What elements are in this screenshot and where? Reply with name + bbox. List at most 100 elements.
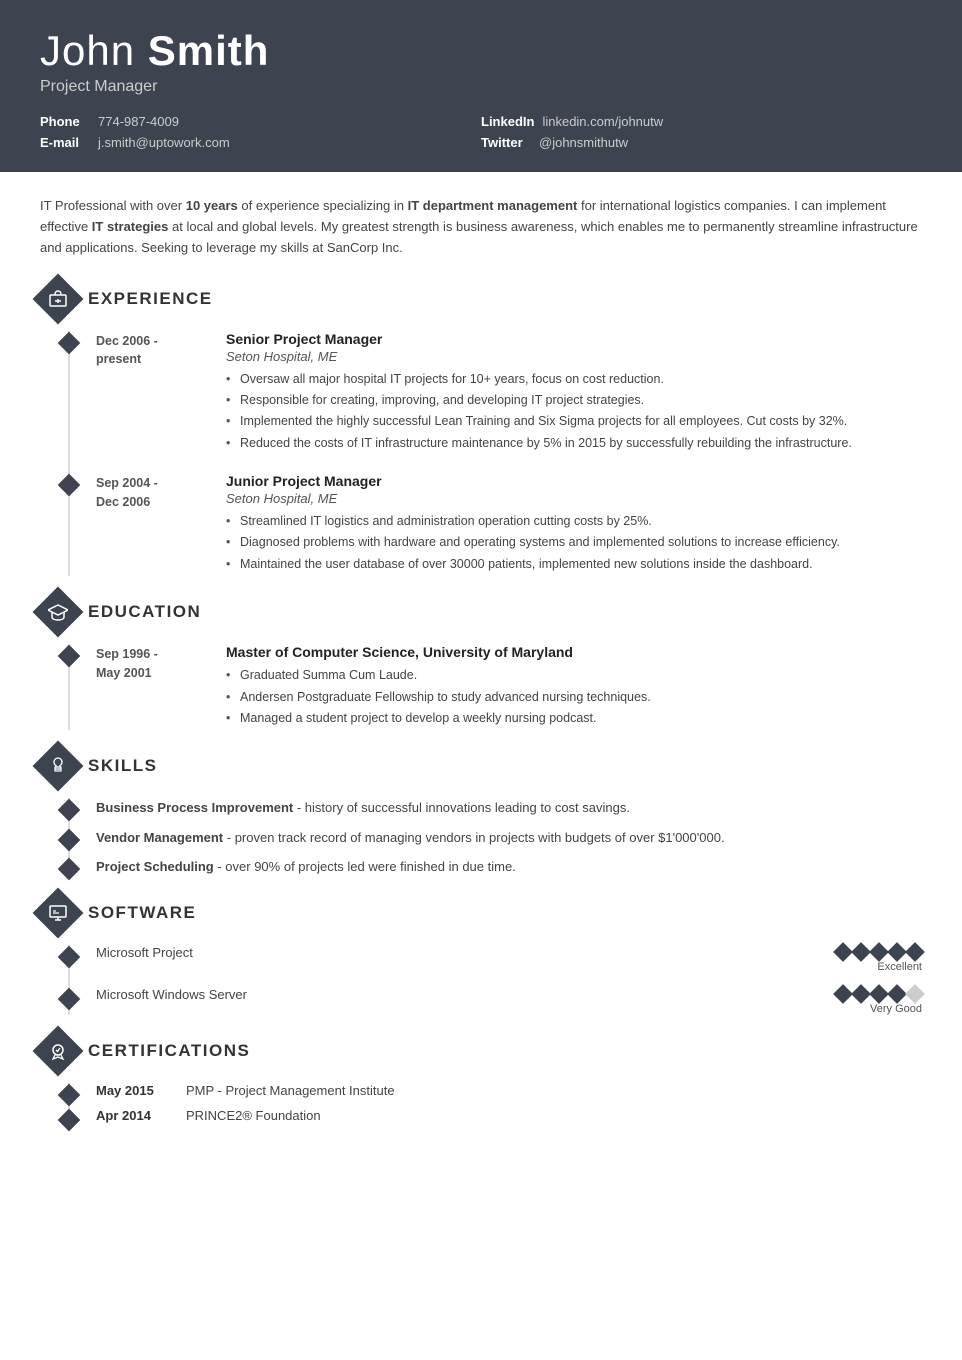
education-timeline: Sep 1996 - May 2001 Master of Computer S…: [68, 644, 922, 730]
first-name: John: [40, 27, 135, 74]
cert-dot: [58, 1109, 81, 1132]
certifications-icon: [33, 1025, 84, 1076]
job-body: Junior Project Manager Seton Hospital, M…: [226, 473, 922, 576]
software-rating: Very Good: [836, 987, 922, 1015]
timeline-content: Sep 2004 - Dec 2006 Junior Project Manag…: [96, 473, 922, 576]
certifications-section: CERTIFICATIONS May 2015 PMP - Project Ma…: [40, 1033, 922, 1123]
rating-diamonds: [836, 945, 922, 959]
email-item: E-mail j.smith@uptowork.com: [40, 135, 481, 150]
software-dot: [58, 946, 81, 969]
full-name: John Smith: [40, 28, 922, 74]
timeline-dot: [58, 645, 81, 668]
skill-name: Vendor Management: [96, 830, 223, 845]
last-name: Smith: [148, 27, 270, 74]
job-date: Dec 2006 - present: [96, 331, 226, 456]
timeline-dot: [58, 331, 81, 354]
software-section: SOFTWARE Microsoft Project Excellent: [40, 895, 922, 1015]
skills-title: SKILLS: [88, 756, 157, 776]
job-date: Sep 2004 - Dec 2006: [96, 473, 226, 576]
software-rating: Excellent: [836, 945, 922, 973]
diamond-filled: [851, 984, 871, 1004]
cert-item: Apr 2014 PRINCE2® Foundation: [68, 1108, 922, 1123]
experience-section: EXPERIENCE Dec 2006 - present Senior Pro…: [40, 281, 922, 577]
software-name: Microsoft Windows Server: [96, 987, 836, 1002]
timeline-item: Sep 2004 - Dec 2006 Junior Project Manag…: [68, 473, 922, 576]
edu-body: Master of Computer Science, University o…: [226, 644, 922, 730]
job-body: Senior Project Manager Seton Hospital, M…: [226, 331, 922, 456]
diamond-filled: [905, 942, 925, 962]
contact-col-right: LinkedIn linkedin.com/johnutw Twitter @j…: [481, 114, 922, 150]
phone-item: Phone 774-987-4009: [40, 114, 481, 129]
skill-item: Project Scheduling - over 90% of project…: [68, 857, 922, 877]
skill-dot: [58, 858, 81, 881]
diamond-filled: [887, 942, 907, 962]
timeline-item: Sep 1996 - May 2001 Master of Computer S…: [68, 644, 922, 730]
twitter-value: @johnsmithutw: [539, 135, 628, 150]
skill-item: Vendor Management - proven track record …: [68, 828, 922, 848]
twitter-label: Twitter: [481, 135, 531, 150]
job-title-text: Senior Project Manager: [226, 331, 922, 347]
email-value: j.smith@uptowork.com: [98, 135, 230, 150]
cert-date: Apr 2014: [96, 1108, 166, 1123]
diamond-filled: [833, 984, 853, 1004]
software-title: SOFTWARE: [88, 903, 196, 923]
edu-bullets: Graduated Summa Cum Laude. Andersen Post…: [226, 666, 922, 728]
software-name: Microsoft Project: [96, 945, 836, 960]
software-icon: [33, 887, 84, 938]
experience-title: EXPERIENCE: [88, 289, 213, 309]
edu-degree: Master of Computer Science, University o…: [226, 644, 922, 660]
job-company: Seton Hospital, ME: [226, 349, 922, 364]
bullet-item: Maintained the user database of over 300…: [226, 555, 922, 574]
software-header: SOFTWARE: [40, 895, 922, 931]
skill-desc: - proven track record of managing vendor…: [223, 830, 724, 845]
software-item: Microsoft Windows Server Very Good: [68, 987, 922, 1015]
education-header: EDUCATION: [40, 594, 922, 630]
diamond-filled: [833, 942, 853, 962]
skills-icon: [33, 741, 84, 792]
header: John Smith Project Manager Phone 774-987…: [0, 0, 962, 172]
bullet-item: Graduated Summa Cum Laude.: [226, 666, 922, 685]
bullet-item: Andersen Postgraduate Fellowship to stud…: [226, 688, 922, 707]
linkedin-label: LinkedIn: [481, 114, 534, 129]
skill-item: Business Process Improvement - history o…: [68, 798, 922, 818]
cert-dot: [58, 1084, 81, 1107]
contact-info: Phone 774-987-4009 E-mail j.smith@uptowo…: [40, 114, 922, 150]
experience-header: EXPERIENCE: [40, 281, 922, 317]
diamond-filled: [869, 984, 889, 1004]
diamond-filled: [869, 942, 889, 962]
summary: IT Professional with over 10 years of ex…: [40, 192, 922, 258]
timeline-dot: [58, 474, 81, 497]
skill-dot: [58, 829, 81, 852]
edu-date: Sep 1996 - May 2001: [96, 644, 226, 730]
certifications-list: May 2015 PMP - Project Management Instit…: [68, 1083, 922, 1123]
skill-desc: - history of successful innovations lead…: [293, 800, 630, 815]
cert-item: May 2015 PMP - Project Management Instit…: [68, 1083, 922, 1098]
diamond-empty: [905, 984, 925, 1004]
skills-list: Business Process Improvement - history o…: [68, 798, 922, 877]
software-item: Microsoft Project Excellent: [68, 945, 922, 973]
software-dot: [58, 988, 81, 1011]
timeline-content: Dec 2006 - present Senior Project Manage…: [96, 331, 922, 456]
bullet-item: Managed a student project to develop a w…: [226, 709, 922, 728]
certifications-header: CERTIFICATIONS: [40, 1033, 922, 1069]
cert-date: May 2015: [96, 1083, 166, 1098]
rating-label: Very Good: [870, 1003, 922, 1015]
experience-icon: [33, 273, 84, 324]
cert-name: PMP - Project Management Institute: [186, 1083, 395, 1098]
skills-section: SKILLS Business Process Improvement - hi…: [40, 748, 922, 877]
twitter-item: Twitter @johnsmithutw: [481, 135, 922, 150]
skills-header: SKILLS: [40, 748, 922, 784]
cert-name: PRINCE2® Foundation: [186, 1108, 321, 1123]
linkedin-item: LinkedIn linkedin.com/johnutw: [481, 114, 922, 129]
education-icon: [33, 587, 84, 638]
job-bullets: Streamlined IT logistics and administrat…: [226, 512, 922, 574]
diamond-filled: [851, 942, 871, 962]
skill-dot: [58, 799, 81, 822]
phone-label: Phone: [40, 114, 90, 129]
skill-desc: - over 90% of projects led were finished…: [214, 859, 516, 874]
email-label: E-mail: [40, 135, 90, 150]
experience-timeline: Dec 2006 - present Senior Project Manage…: [68, 331, 922, 577]
bullet-item: Reduced the costs of IT infrastructure m…: [226, 434, 922, 453]
timeline-item: Dec 2006 - present Senior Project Manage…: [68, 331, 922, 456]
linkedin-value: linkedin.com/johnutw: [542, 114, 663, 129]
